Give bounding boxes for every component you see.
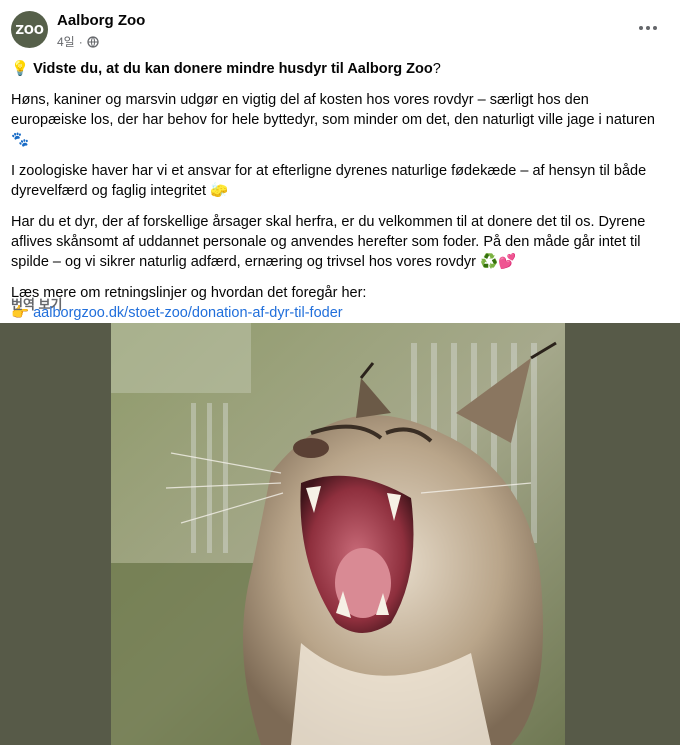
globe-icon[interactable] bbox=[87, 35, 99, 48]
timestamp[interactable]: 4일 bbox=[57, 33, 75, 50]
more-options-button[interactable] bbox=[634, 14, 662, 42]
lynx-yawning-image bbox=[111, 323, 565, 745]
post-title: Vidste du, at du kan donere mindre husdy… bbox=[33, 61, 433, 77]
post-text: 💡 Vidste du, at du kan donere mindre hus… bbox=[11, 59, 661, 334]
paragraph-4-text: Læs mere om retningslinjer og hvordan de… bbox=[11, 285, 367, 301]
donation-link[interactable]: aalborgzoo.dk/stoet-zoo/donation-af-dyr-… bbox=[33, 305, 343, 321]
see-translation-button[interactable]: 번역 보기 bbox=[11, 294, 62, 313]
meta-separator: · bbox=[78, 34, 83, 49]
paragraph-4: Læs mere om retningslinjer og hvordan de… bbox=[11, 283, 661, 323]
lynx-photo[interactable] bbox=[111, 323, 565, 745]
post-header: ZOO Aalborg Zoo 4일 · bbox=[0, 0, 680, 56]
paragraph-1-text: Høns, kaniner og marsvin udgør en vigtig… bbox=[11, 92, 655, 128]
avatar[interactable]: ZOO bbox=[11, 11, 48, 48]
zoo-logo: ZOO bbox=[15, 22, 44, 37]
post-title-suffix: ? bbox=[432, 61, 441, 77]
post-meta: 4일 · bbox=[57, 33, 99, 50]
facebook-post: ZOO Aalborg Zoo 4일 · 💡 Vidste du, at du bbox=[0, 0, 680, 745]
post-title-line: 💡 Vidste du, at du kan donere mindre hus… bbox=[11, 59, 661, 79]
paragraph-2: I zoologiske haver har vi et ansvar for … bbox=[11, 161, 661, 201]
sponge-icon: 🧽 bbox=[210, 183, 229, 199]
paw-icon: 🐾 bbox=[11, 132, 30, 148]
lightbulb-icon: 💡 bbox=[11, 61, 30, 77]
more-icon bbox=[639, 26, 657, 30]
paragraph-2-text: I zoologiske haver har vi et ansvar for … bbox=[11, 163, 647, 199]
paragraph-1: Høns, kaniner og marsvin udgør en vigtig… bbox=[11, 90, 661, 150]
paragraph-3: Har du et dyr, der af forskellige årsage… bbox=[11, 212, 661, 272]
post-media[interactable] bbox=[0, 323, 680, 745]
recycle-heart-icon: ♻️💕 bbox=[480, 254, 517, 270]
paragraph-3-text: Har du et dyr, der af forskellige årsage… bbox=[11, 214, 646, 270]
page-name[interactable]: Aalborg Zoo bbox=[57, 12, 145, 29]
